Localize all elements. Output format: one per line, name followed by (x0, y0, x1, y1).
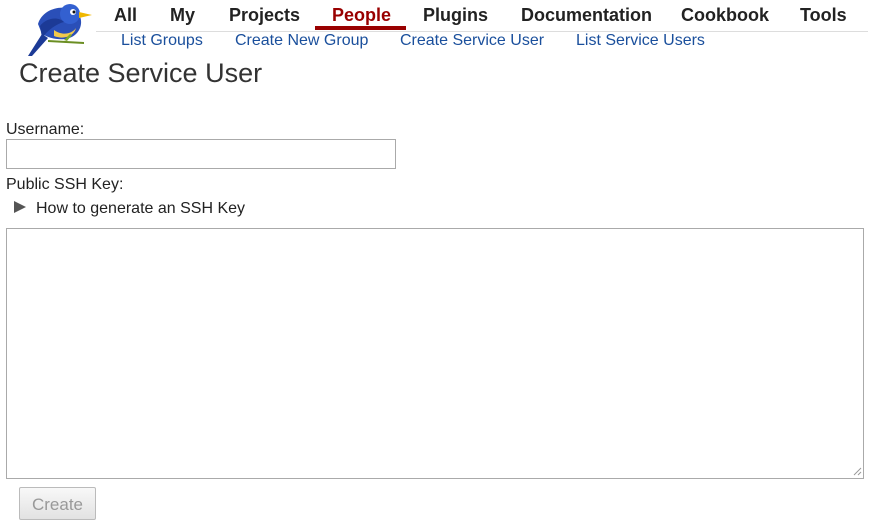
ssh-help-disclosure[interactable]: How to generate an SSH Key (14, 199, 245, 219)
active-tab-underline (315, 26, 406, 30)
tab-cookbook[interactable]: Cookbook (681, 4, 769, 26)
top-navigation: All My Projects People Plugins Documenta… (96, 0, 868, 32)
ssh-help-label: How to generate an SSH Key (36, 200, 246, 217)
subnav-create-new-group[interactable]: Create New Group (235, 31, 368, 51)
page-title: Create Service User (19, 58, 263, 88)
create-button[interactable]: Create (19, 487, 96, 520)
tab-all[interactable]: All (114, 4, 137, 26)
subnav-create-service-user[interactable]: Create Service User (400, 31, 544, 51)
ssh-key-label: Public SSH Key: (6, 176, 124, 193)
tab-tools[interactable]: Tools (800, 4, 847, 26)
bird-logo-icon[interactable] (24, 0, 96, 58)
tab-projects[interactable]: Projects (229, 4, 300, 26)
resize-grip-icon[interactable] (853, 467, 862, 476)
tab-documentation[interactable]: Documentation (521, 4, 652, 26)
tab-people[interactable]: People (332, 4, 391, 26)
subnav-list-groups[interactable]: List Groups (121, 31, 203, 51)
ssh-key-textarea[interactable] (6, 228, 864, 479)
page: All My Projects People Plugins Documenta… (0, 0, 878, 526)
username-field[interactable] (6, 139, 396, 169)
tab-plugins[interactable]: Plugins (423, 4, 488, 26)
tab-my[interactable]: My (170, 4, 195, 26)
disclosure-triangle-icon (14, 200, 26, 213)
subnav-list-service-users[interactable]: List Service Users (576, 31, 705, 51)
username-label: Username: (6, 121, 85, 138)
